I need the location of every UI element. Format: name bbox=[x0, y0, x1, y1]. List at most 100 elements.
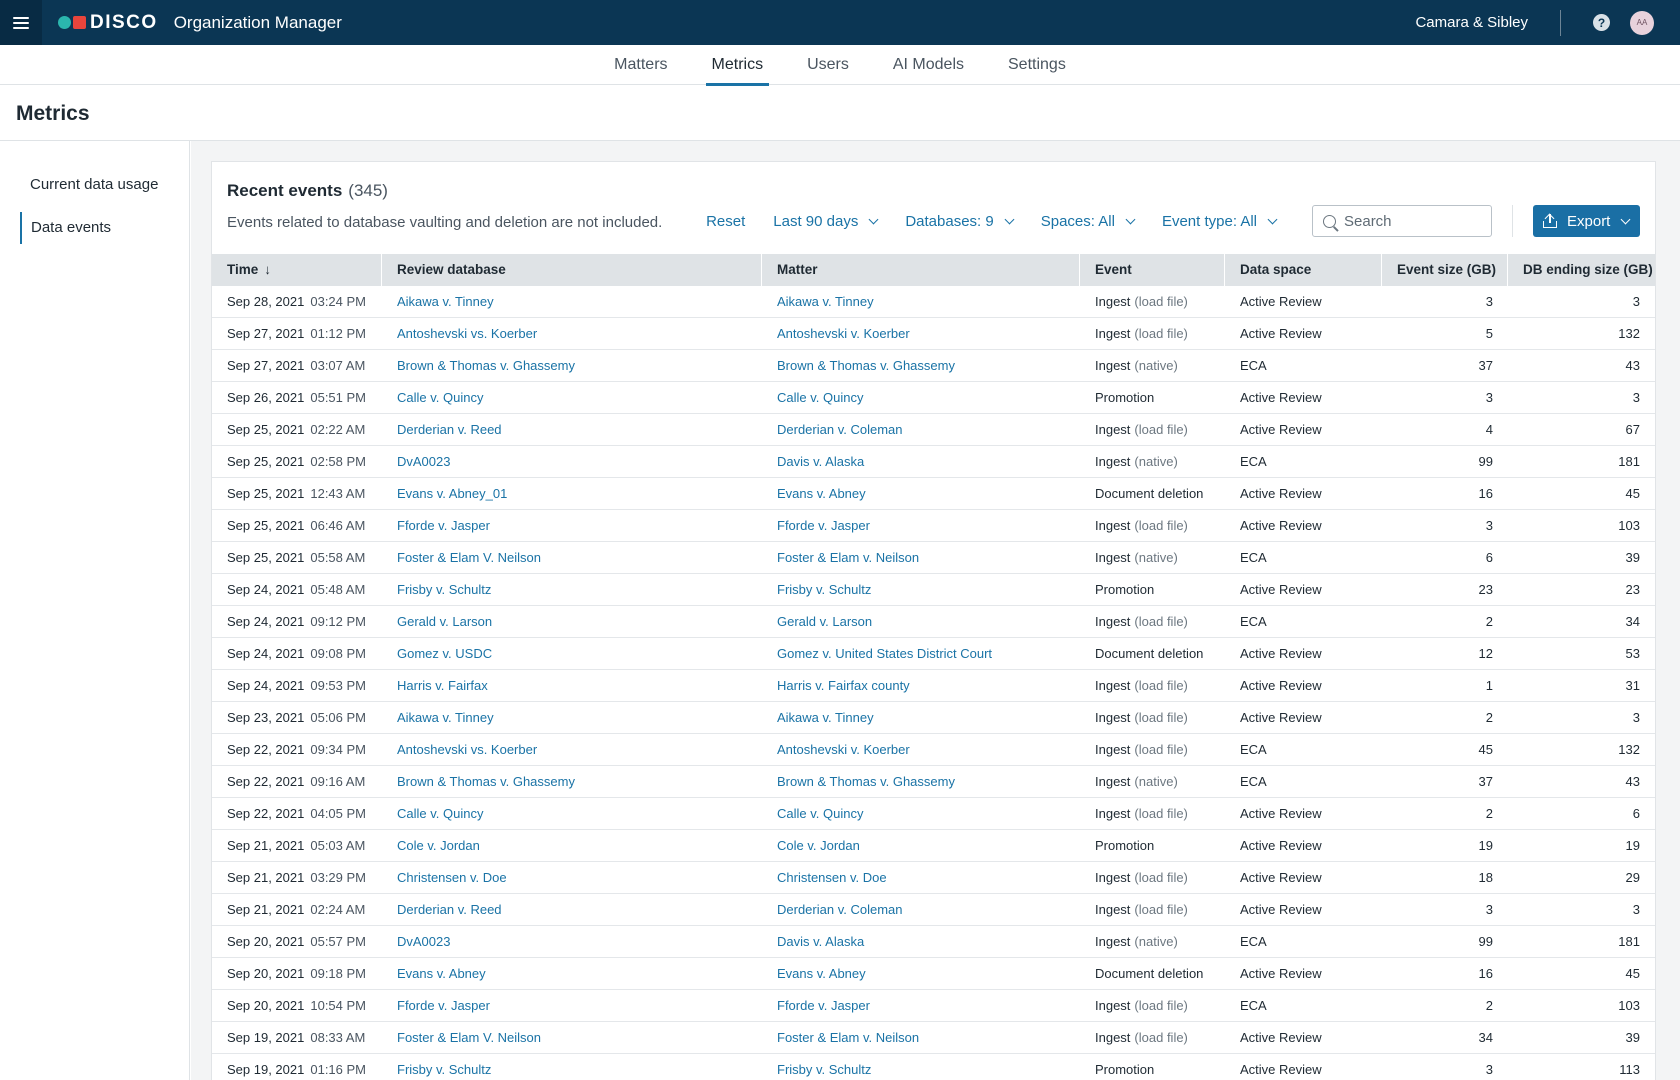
matter-link[interactable]: Aikawa v. Tinney bbox=[762, 702, 1080, 733]
review-database-link[interactable]: Cole v. Jordan bbox=[382, 830, 762, 861]
matter-link[interactable]: Frisby v. Schultz bbox=[762, 1054, 1080, 1080]
review-database-link[interactable]: Gerald v. Larson bbox=[382, 606, 762, 637]
matter-link[interactable]: Evans v. Abney bbox=[762, 478, 1080, 509]
table-row[interactable]: Sep 21, 2021 03:29 PM Christensen v. Doe Ch… bbox=[212, 862, 1655, 894]
matter-link[interactable]: Fforde v. Jasper bbox=[762, 990, 1080, 1021]
table-row[interactable]: Sep 26, 2021 05:51 PM Calle v. Quincy Calle… bbox=[212, 382, 1655, 414]
review-database-link[interactable]: Calle v. Quincy bbox=[382, 382, 762, 413]
table-row[interactable]: Sep 20, 2021 10:54 PM Fforde v. Jasper Ffor… bbox=[212, 990, 1655, 1022]
spaces-dropdown[interactable]: Spaces: All bbox=[1041, 213, 1136, 230]
tab-metrics[interactable]: Metrics bbox=[705, 45, 769, 86]
matter-link[interactable]: Derderian v. Coleman bbox=[762, 414, 1080, 445]
matter-link[interactable]: Gomez v. United States District Court bbox=[762, 638, 1080, 669]
review-database-link[interactable]: Frisby v. Schultz bbox=[382, 1054, 762, 1080]
review-database-link[interactable]: Derderian v. Reed bbox=[382, 894, 762, 925]
review-database-link[interactable]: Antoshevski vs. Koerber bbox=[382, 734, 762, 765]
table-row[interactable]: Sep 22, 2021 09:34 PM Antoshevski vs. Koer… bbox=[212, 734, 1655, 766]
review-database-link[interactable]: Harris v. Fairfax bbox=[382, 670, 762, 701]
matter-link[interactable]: Gerald v. Larson bbox=[762, 606, 1080, 637]
column-header-data-space[interactable]: Data space bbox=[1225, 254, 1382, 286]
review-database-link[interactable]: DvA0023 bbox=[382, 446, 762, 477]
table-row[interactable]: Sep 27, 2021 03:07 AM Brown & Thomas v. Gh… bbox=[212, 350, 1655, 382]
matter-link[interactable]: Calle v. Quincy bbox=[762, 382, 1080, 413]
tab-settings[interactable]: Settings bbox=[1008, 45, 1066, 85]
table-row[interactable]: Sep 27, 2021 01:12 PM Antoshevski vs. Koer… bbox=[212, 318, 1655, 350]
search-box[interactable] bbox=[1312, 205, 1492, 237]
review-database-link[interactable]: Aikawa v. Tinney bbox=[382, 702, 762, 733]
search-input[interactable] bbox=[1344, 212, 1484, 230]
review-database-link[interactable]: Antoshevski vs. Koerber bbox=[382, 318, 762, 349]
review-database-link[interactable]: Brown & Thomas v. Ghassemy bbox=[382, 766, 762, 797]
column-header-event[interactable]: Event bbox=[1080, 254, 1225, 286]
table-row[interactable]: Sep 25, 2021 02:58 PM DvA0023 Davis v. Alas… bbox=[212, 446, 1655, 478]
matter-link[interactable]: Davis v. Alaska bbox=[762, 446, 1080, 477]
databases-dropdown[interactable]: Databases: 9 bbox=[905, 213, 1015, 230]
table-row[interactable]: Sep 22, 2021 04:05 PM Calle v. Quincy Calle… bbox=[212, 798, 1655, 830]
matter-link[interactable]: Cole v. Jordan bbox=[762, 830, 1080, 861]
review-database-link[interactable]: Calle v. Quincy bbox=[382, 798, 762, 829]
matter-link[interactable]: Foster & Elam v. Neilson bbox=[762, 1022, 1080, 1053]
matter-link[interactable]: Antoshevski v. Koerber bbox=[762, 734, 1080, 765]
export-button[interactable]: Export bbox=[1533, 205, 1640, 237]
matter-link[interactable]: Antoshevski v. Koerber bbox=[762, 318, 1080, 349]
tab-users[interactable]: Users bbox=[807, 45, 849, 85]
table-row[interactable]: Sep 21, 2021 05:03 AM Cole v. Jordan Cole v… bbox=[212, 830, 1655, 862]
event-type-dropdown[interactable]: Event type: All bbox=[1162, 213, 1278, 230]
table-row[interactable]: Sep 24, 2021 09:08 PM Gomez v. USDC Gomez v… bbox=[212, 638, 1655, 670]
column-header-db-ending-size[interactable]: DB ending size (GB) bbox=[1508, 254, 1655, 286]
table-row[interactable]: Sep 25, 2021 06:46 AM Fforde v. Jasper Ffor… bbox=[212, 510, 1655, 542]
tab-matters[interactable]: Matters bbox=[614, 45, 667, 85]
help-icon[interactable]: ? bbox=[1593, 14, 1610, 31]
column-header-review-database[interactable]: Review database bbox=[382, 254, 762, 286]
table-row[interactable]: Sep 19, 2021 01:16 PM Frisby v. Schultz Fri… bbox=[212, 1054, 1655, 1080]
table-row[interactable]: Sep 24, 2021 05:48 AM Frisby v. Schultz Fri… bbox=[212, 574, 1655, 606]
column-header-matter[interactable]: Matter bbox=[762, 254, 1080, 286]
matter-link[interactable]: Evans v. Abney bbox=[762, 958, 1080, 989]
matter-link[interactable]: Calle v. Quincy bbox=[762, 798, 1080, 829]
table-row[interactable]: Sep 25, 2021 02:22 AM Derderian v. Reed Der… bbox=[212, 414, 1655, 446]
review-database-link[interactable]: Evans v. Abney_01 bbox=[382, 478, 762, 509]
table-row[interactable]: Sep 25, 2021 05:58 AM Foster & Elam V. Nei… bbox=[212, 542, 1655, 574]
review-database-link[interactable]: Aikawa v. Tinney bbox=[382, 286, 762, 317]
table-row[interactable]: Sep 22, 2021 09:16 AM Brown & Thomas v. Gh… bbox=[212, 766, 1655, 798]
table-row[interactable]: Sep 24, 2021 09:12 PM Gerald v. Larson Gera… bbox=[212, 606, 1655, 638]
matter-link[interactable]: Harris v. Fairfax county bbox=[762, 670, 1080, 701]
review-database-link[interactable]: Frisby v. Schultz bbox=[382, 574, 762, 605]
table-row[interactable]: Sep 28, 2021 03:24 PM Aikawa v. Tinney Aika… bbox=[212, 286, 1655, 318]
table-row[interactable]: Sep 25, 2021 12:43 AM Evans v. Abney_01 Eva… bbox=[212, 478, 1655, 510]
matter-link[interactable]: Fforde v. Jasper bbox=[762, 510, 1080, 541]
matter-link[interactable]: Brown & Thomas v. Ghassemy bbox=[762, 350, 1080, 381]
table-row[interactable]: Sep 23, 2021 05:06 PM Aikawa v. Tinney Aika… bbox=[212, 702, 1655, 734]
matter-link[interactable]: Davis v. Alaska bbox=[762, 926, 1080, 957]
matter-link[interactable]: Frisby v. Schultz bbox=[762, 574, 1080, 605]
table-row[interactable]: Sep 20, 2021 09:18 PM Evans v. Abney Evans … bbox=[212, 958, 1655, 990]
disco-logo[interactable]: DISCO bbox=[58, 12, 158, 34]
matter-link[interactable]: Derderian v. Coleman bbox=[762, 894, 1080, 925]
hamburger-menu-icon[interactable] bbox=[0, 0, 42, 45]
table-row[interactable]: Sep 19, 2021 08:33 AM Foster & Elam V. Nei… bbox=[212, 1022, 1655, 1054]
review-database-link[interactable]: Derderian v. Reed bbox=[382, 414, 762, 445]
table-row[interactable]: Sep 20, 2021 05:57 PM DvA0023 Davis v. Alas… bbox=[212, 926, 1655, 958]
avatar[interactable]: AA bbox=[1630, 10, 1654, 35]
org-name[interactable]: Camara & Sibley bbox=[1415, 14, 1528, 31]
table-row[interactable]: Sep 24, 2021 09:53 PM Harris v. Fairfax Har… bbox=[212, 670, 1655, 702]
reset-button[interactable]: Reset bbox=[706, 213, 745, 230]
matter-link[interactable]: Christensen v. Doe bbox=[762, 862, 1080, 893]
review-database-link[interactable]: Fforde v. Jasper bbox=[382, 510, 762, 541]
review-database-link[interactable]: Christensen v. Doe bbox=[382, 862, 762, 893]
matter-link[interactable]: Foster & Elam v. Neilson bbox=[762, 542, 1080, 573]
review-database-link[interactable]: Foster & Elam V. Neilson bbox=[382, 1022, 762, 1053]
review-database-link[interactable]: Evans v. Abney bbox=[382, 958, 762, 989]
table-row[interactable]: Sep 21, 2021 02:24 AM Derderian v. Reed Der… bbox=[212, 894, 1655, 926]
sidebar-item-data-events[interactable]: Data events bbox=[20, 212, 180, 244]
review-database-link[interactable]: DvA0023 bbox=[382, 926, 762, 957]
review-database-link[interactable]: Gomez v. USDC bbox=[382, 638, 762, 669]
column-header-time[interactable]: Time ↓ bbox=[212, 254, 382, 286]
matter-link[interactable]: Brown & Thomas v. Ghassemy bbox=[762, 766, 1080, 797]
matter-link[interactable]: Aikawa v. Tinney bbox=[762, 286, 1080, 317]
review-database-link[interactable]: Brown & Thomas v. Ghassemy bbox=[382, 350, 762, 381]
tab-ai-models[interactable]: AI Models bbox=[893, 45, 964, 85]
sidebar-item-current-data-usage[interactable]: Current data usage bbox=[20, 169, 180, 201]
column-header-event-size[interactable]: Event size (GB) bbox=[1382, 254, 1508, 286]
date-range-dropdown[interactable]: Last 90 days bbox=[773, 213, 879, 230]
